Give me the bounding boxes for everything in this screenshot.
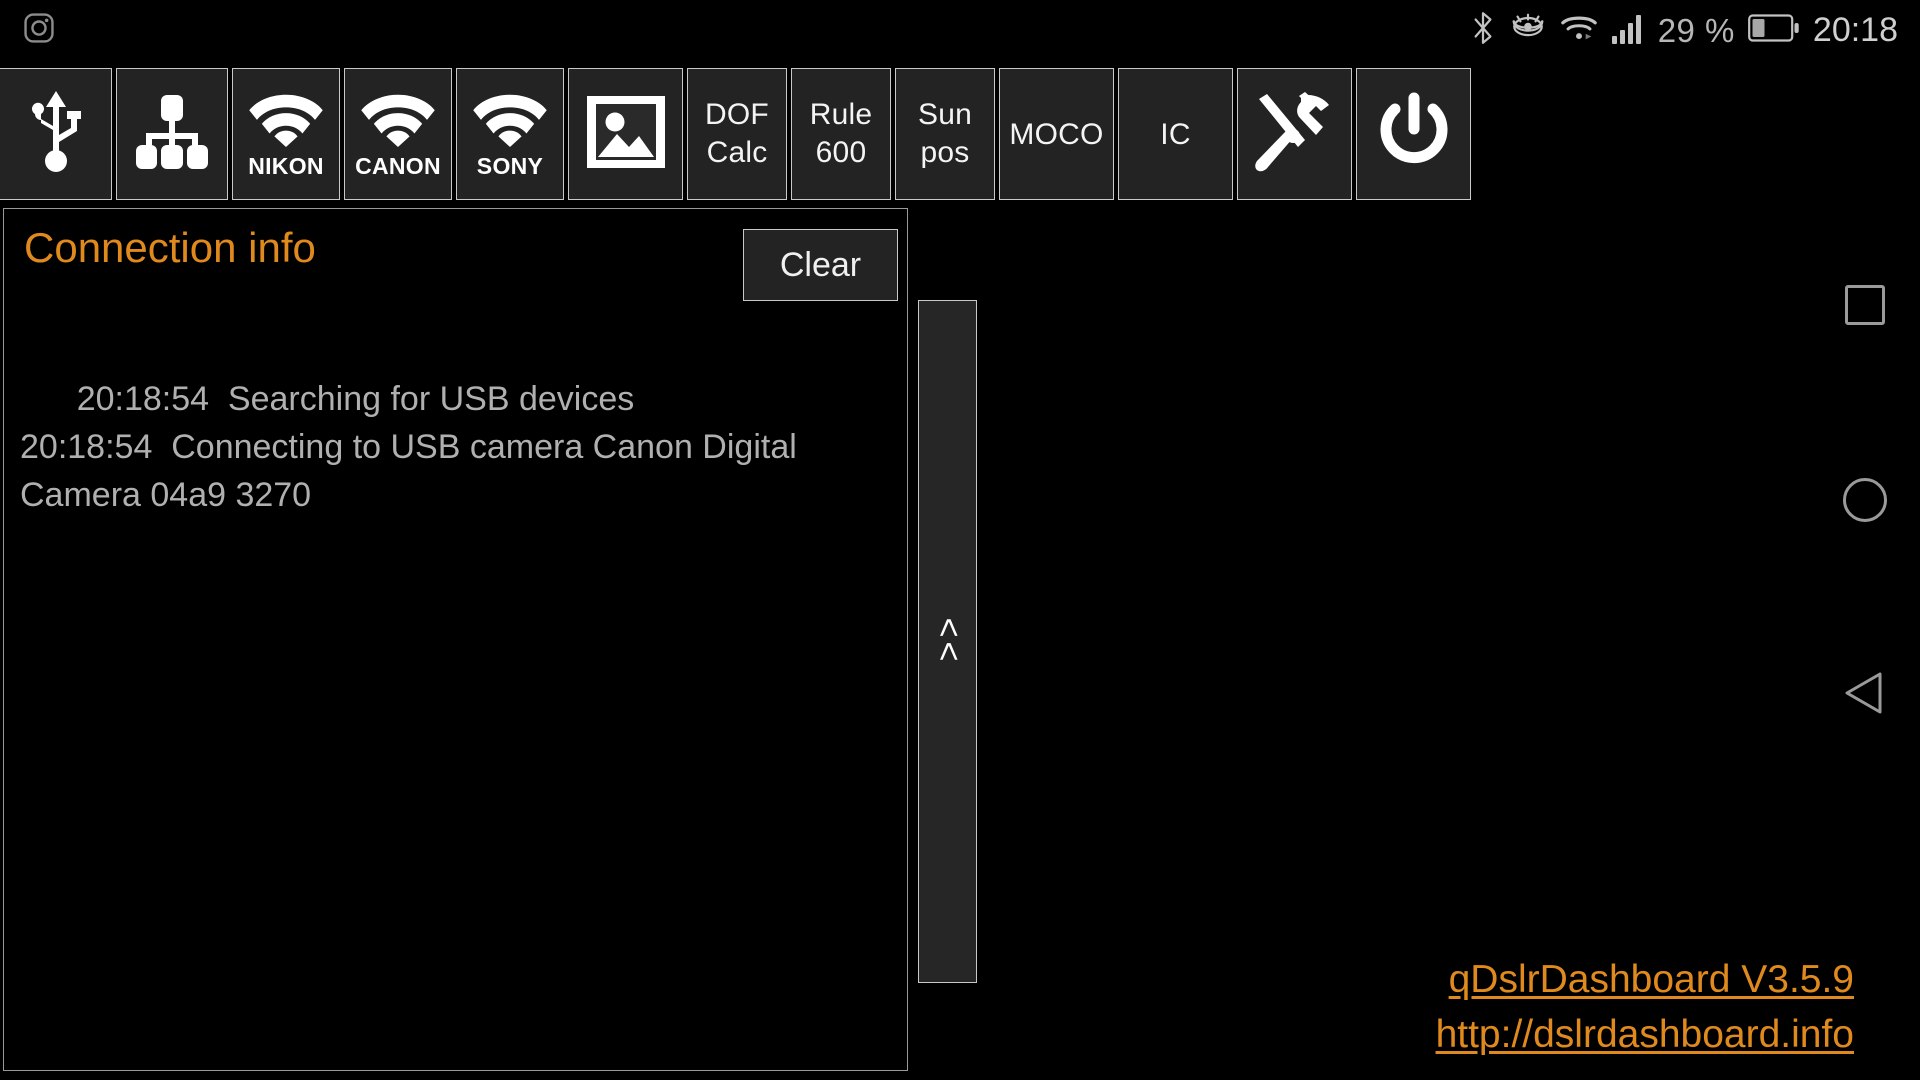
clock-label: 20:18 [1812,11,1898,49]
toolbar-button-gallery[interactable] [568,68,683,200]
usb-icon [24,89,88,180]
network-tree-icon [134,93,210,176]
toolbar-label-canon: CANON [355,152,441,179]
toolbar-button-canon-wifi[interactable]: CANON [344,68,452,200]
status-bar-left [22,11,56,50]
wifi-icon [247,89,325,152]
back-triangle-icon [1842,669,1888,722]
status-bar: 29 % 20:18 [0,0,1920,60]
toolbar-label-nikon: NIKON [248,152,324,179]
clear-button-label: Clear [779,245,862,284]
toolbar-button-power[interactable] [1356,68,1471,200]
toolbar-button-sony-wifi[interactable]: SONY [456,68,564,200]
app-version-link[interactable]: qDslrDashboard V3.5.9 [1436,952,1854,1007]
panel-collapse-handle[interactable]: << [918,300,977,983]
app-root: 29 % 20:18 NIKON CANON SONY DOF Calc Rul… [0,0,1920,1080]
connection-log[interactable]: 20:18:54 Searching for USB devices 20:18… [20,327,891,1060]
battery-percent-label: 29 % [1657,11,1735,49]
toolbar-label-sony: SONY [476,152,544,179]
power-icon [1373,91,1455,178]
log-text: 20:18:54 Searching for USB devices 20:18… [20,380,797,514]
footer-links: qDslrDashboard V3.5.9 http://dslrdashboa… [1436,952,1854,1062]
toolbar-button-ic[interactable]: IC [1118,68,1233,200]
main-toolbar: NIKON CANON SONY DOF Calc Rule 600 Sun p… [0,68,1471,200]
tools-icon [1253,91,1337,178]
toolbar-label-sun-line2: pos [920,136,970,169]
toolbar-button-usb[interactable] [0,68,112,200]
chevron-left-double-icon: << [929,617,967,666]
signal-bars-icon [1611,11,1645,50]
home-circle-icon [1843,478,1887,522]
nav-home-button[interactable] [1810,445,1920,555]
toolbar-button-nikon-wifi[interactable]: NIKON [232,68,340,200]
wifi-icon [471,89,549,152]
recents-square-icon [1845,285,1885,325]
toolbar-label-dof-line1: DOF [705,98,769,131]
wifi-icon [359,89,437,152]
website-link[interactable]: http://dslrdashboard.info [1436,1007,1854,1062]
instagram-icon [22,11,56,50]
toolbar-label-moco: MOCO [1009,117,1104,151]
image-icon [585,94,667,175]
toolbar-label-rule-line1: Rule [809,98,873,131]
toolbar-label-ic: IC [1160,117,1191,151]
toolbar-button-dof-calc[interactable]: DOF Calc [687,68,787,200]
toolbar-button-sun-pos[interactable]: Sun pos [895,68,995,200]
panel-title: Connection info [24,224,316,271]
panel-header: Connection info Clear [4,209,907,303]
android-nav-bar [1810,60,1920,1080]
eye-comfort-icon [1509,12,1547,49]
bluetooth-icon [1470,10,1496,51]
toolbar-button-rule-600[interactable]: Rule 600 [791,68,891,200]
toolbar-button-network[interactable] [116,68,228,200]
wifi-icon [1560,13,1598,48]
nav-recents-button[interactable] [1810,250,1920,360]
connection-info-panel: Connection info Clear 20:18:54 Searching… [3,208,908,1071]
battery-icon [1748,13,1800,48]
toolbar-label-rule-line2: 600 [815,136,867,169]
toolbar-button-moco[interactable]: MOCO [999,68,1114,200]
status-bar-right: 29 % 20:18 [1470,10,1898,51]
nav-back-button[interactable] [1810,640,1920,750]
toolbar-label-sun-line1: Sun [918,98,972,131]
toolbar-button-tools[interactable] [1237,68,1352,200]
toolbar-label-dof-line2: Calc [706,136,768,169]
clear-button[interactable]: Clear [743,229,898,301]
